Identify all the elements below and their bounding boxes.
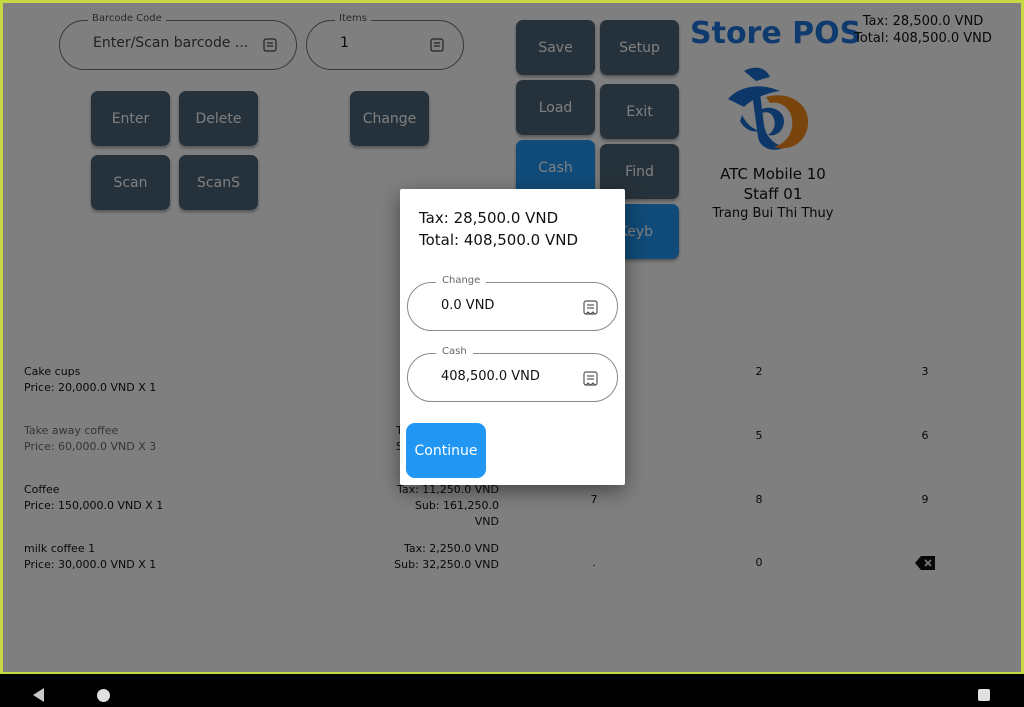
change-value: 0.0 VND	[441, 298, 495, 313]
change-label: Change	[436, 275, 487, 286]
back-icon[interactable]	[33, 688, 44, 702]
change-field[interactable]: Change 0.0 VND	[407, 275, 618, 331]
payment-dialog: Tax: 28,500.0 VND Total: 408,500.0 VND C…	[400, 189, 625, 485]
navigation-bar	[0, 674, 1024, 707]
app-frame: Barcode Code Enter/Scan barcode ... Item…	[0, 0, 1024, 674]
cash-field[interactable]: Cash 408,500.0 VND	[407, 346, 618, 402]
home-icon[interactable]	[97, 689, 110, 702]
dialog-tax: Tax: 28,500.0 VND	[419, 209, 559, 227]
dialog-total: Total: 408,500.0 VND	[419, 231, 578, 249]
receipt-icon	[583, 371, 598, 386]
cash-value: 408,500.0 VND	[441, 369, 540, 384]
continue-button[interactable]: Continue	[406, 423, 486, 478]
recent-apps-icon[interactable]	[978, 689, 990, 701]
receipt-icon	[583, 300, 598, 315]
pos-screen: Barcode Code Enter/Scan barcode ... Item…	[3, 3, 1021, 672]
cash-label: Cash	[436, 346, 473, 357]
